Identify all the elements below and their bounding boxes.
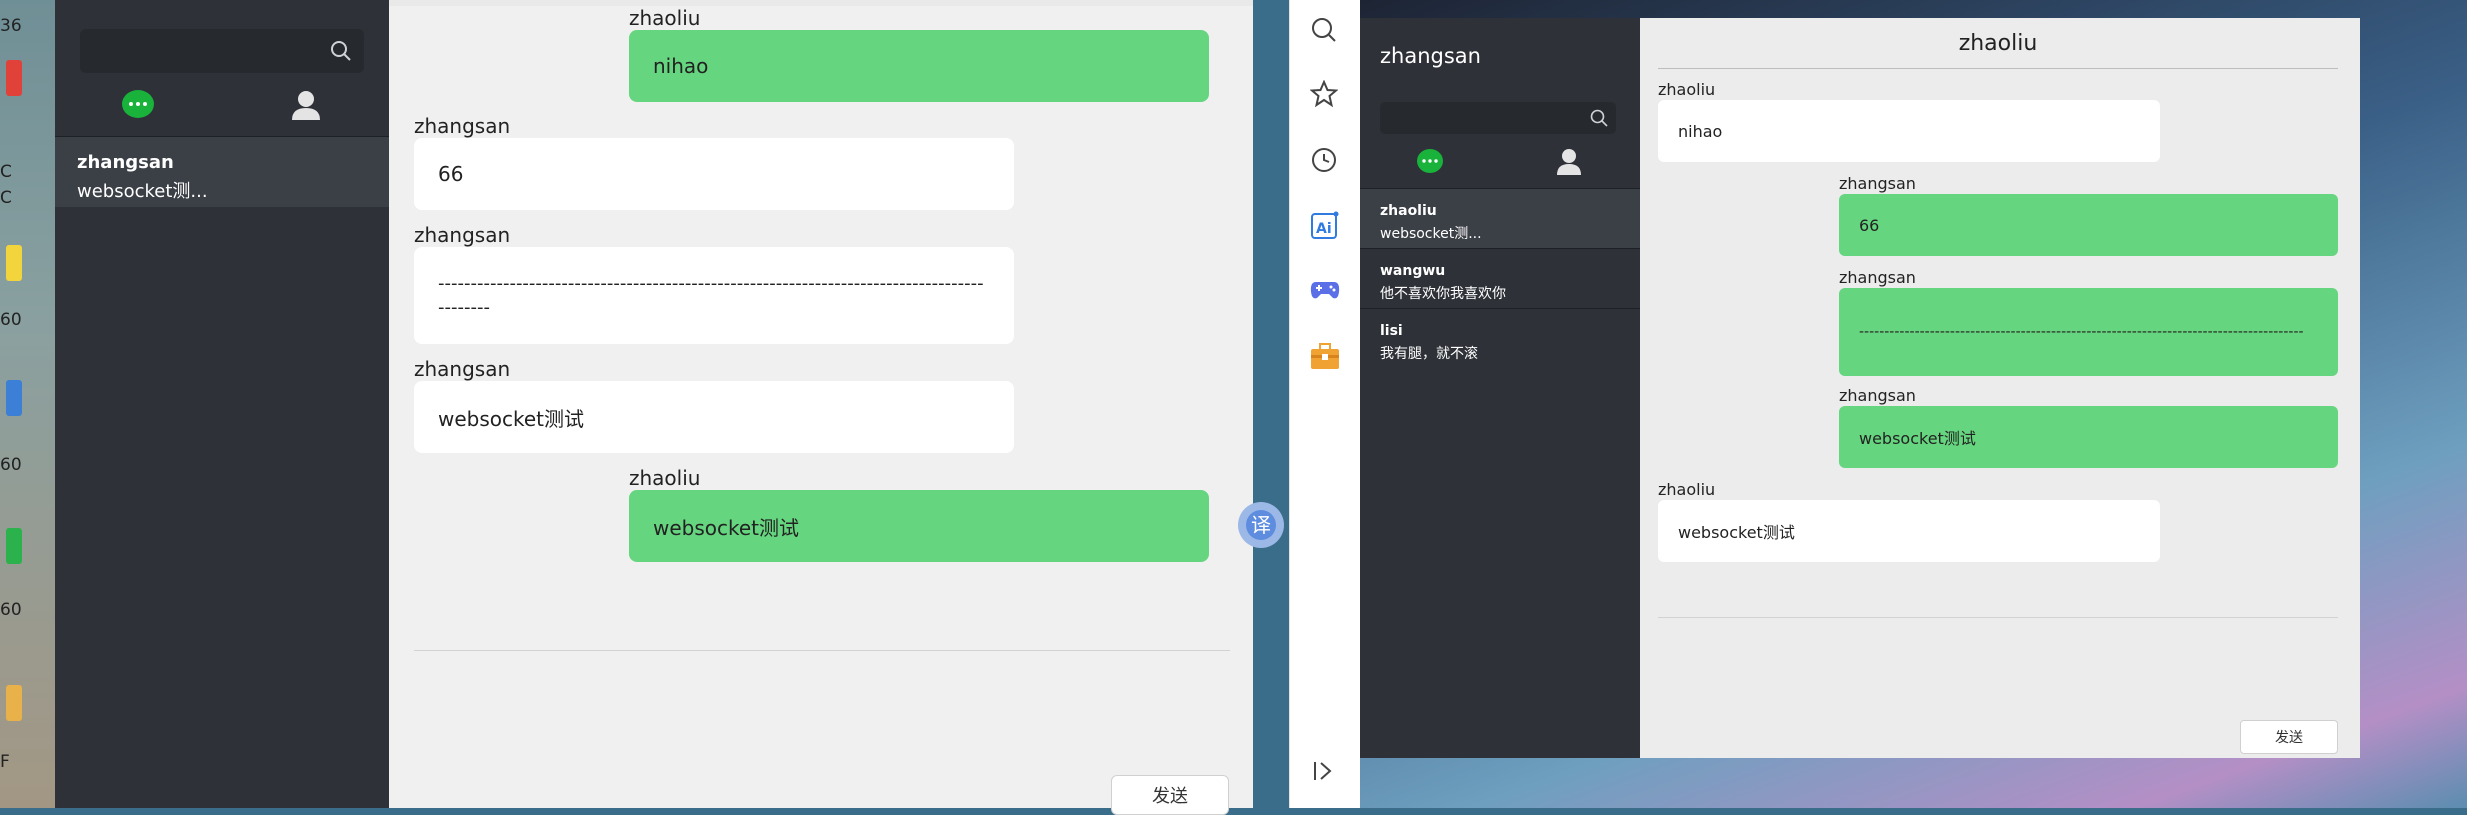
- chat-window-left: zhangsan websocket测... zhaoliu nihao zha…: [55, 0, 1253, 815]
- desktop-app-icon[interactable]: [6, 528, 22, 564]
- message-sender: zhaoliu: [1658, 480, 1716, 499]
- current-user-name: zhangsan: [1380, 44, 1481, 68]
- desktop-background: 36 C C 60 60 60 F: [0, 0, 55, 808]
- message-item: zhaoliu nihao: [629, 6, 1209, 102]
- ai-icon[interactable]: Ai: [1310, 210, 1340, 244]
- search-box[interactable]: [1380, 102, 1616, 134]
- input-divider: [414, 650, 1230, 651]
- desktop-label: F: [0, 752, 10, 772]
- desktop-label: 36: [0, 16, 22, 36]
- collapse-icon[interactable]: [1310, 758, 1336, 788]
- search-icon[interactable]: [1310, 16, 1338, 48]
- message-sender: zhangsan: [1839, 268, 1916, 287]
- contacts-tab-icon[interactable]: [291, 89, 321, 125]
- send-button[interactable]: 发送: [1111, 775, 1229, 815]
- browser-sidebar: Ai: [1289, 0, 1361, 808]
- history-icon[interactable]: [1310, 146, 1338, 178]
- desktop-label: C: [0, 162, 12, 182]
- contact-preview: 他不喜欢你我喜欢你: [1380, 286, 1506, 302]
- message-sender: zhaoliu: [629, 6, 701, 30]
- message-item: zhangsan websocket测试: [1839, 386, 2338, 468]
- message-sender: zhangsan: [1839, 174, 1916, 193]
- contact-name: zhaoliu: [1380, 203, 1437, 219]
- desktop-label: C: [0, 188, 12, 208]
- message-sender: zhaoliu: [629, 466, 701, 490]
- message-item: zhangsan websocket测试: [414, 357, 1014, 453]
- message-sender: zhangsan: [414, 114, 511, 138]
- sidebar: zhangsan zhaoliu websocket测... wangwu 他不…: [1360, 18, 1640, 758]
- desktop-app-icon[interactable]: [6, 380, 22, 416]
- send-button[interactable]: 发送: [2240, 720, 2338, 754]
- input-divider: [1658, 617, 2338, 618]
- contact-name: zhangsan: [77, 152, 174, 173]
- toolbox-icon[interactable]: [1310, 342, 1340, 374]
- message-item: zhangsan -------------------------------…: [1839, 268, 2338, 376]
- contact-name: lisi: [1380, 323, 1403, 339]
- message-item: zhangsan 66: [414, 114, 1014, 210]
- desktop-app-icon[interactable]: [6, 685, 22, 721]
- search-icon[interactable]: [330, 40, 352, 66]
- message-item: zhangsan -------------------------------…: [414, 223, 1014, 344]
- sidebar: zhangsan websocket测...: [55, 0, 389, 808]
- message-bubble: nihao: [1658, 100, 2160, 162]
- message-bubble: ----------------------------------------…: [414, 247, 1014, 344]
- desktop-label: 60: [0, 600, 22, 620]
- chat-title: zhaoliu: [1658, 18, 2338, 69]
- contact-item-wangwu[interactable]: wangwu 他不喜欢你我喜欢你: [1360, 249, 1640, 308]
- message-bubble: nihao: [629, 30, 1209, 102]
- message-sender: zhaoliu: [1658, 80, 1716, 99]
- message-item: zhaoliu nihao: [1658, 80, 2160, 162]
- message-bubble: websocket测试: [1658, 500, 2160, 562]
- message-bubble: 66: [1839, 194, 2338, 256]
- contacts-tab-icon[interactable]: [1556, 148, 1582, 180]
- message-bubble: websocket测试: [414, 381, 1014, 453]
- message-input[interactable]: [1658, 622, 2338, 716]
- message-sender: zhangsan: [1839, 386, 1916, 405]
- chat-tab-icon[interactable]: [1416, 148, 1444, 178]
- game-icon[interactable]: [1310, 278, 1340, 306]
- star-icon[interactable]: [1309, 79, 1339, 112]
- message-sender: zhangsan: [414, 357, 511, 381]
- desktop-label: 60: [0, 310, 22, 330]
- chat-tab-icon[interactable]: [121, 89, 155, 125]
- desktop-label: 60: [0, 455, 22, 475]
- message-item: zhaoliu websocket测试: [629, 466, 1209, 562]
- contact-preview: websocket测...: [77, 181, 208, 202]
- contact-item-lisi[interactable]: lisi 我有腿，就不滚: [1360, 309, 1640, 368]
- translate-icon: 译: [1246, 510, 1276, 540]
- message-bubble: 66: [414, 138, 1014, 210]
- desktop-app-icon[interactable]: [6, 245, 22, 281]
- message-bubble: websocket测试: [1839, 406, 2338, 468]
- contact-item-zhaoliu[interactable]: zhaoliu websocket测...: [1360, 189, 1640, 248]
- desktop-app-icon[interactable]: [6, 60, 22, 96]
- chat-window-right: zhangsan zhaoliu websocket测... wangwu 他不…: [1360, 18, 2360, 758]
- translate-button[interactable]: 译: [1238, 502, 1284, 548]
- search-icon[interactable]: [1590, 109, 1608, 131]
- message-item: zhangsan 66: [1839, 174, 2338, 256]
- message-bubble: ----------------------------------------…: [1839, 288, 2338, 376]
- message-sender: zhangsan: [414, 223, 511, 247]
- message-input[interactable]: [414, 655, 1230, 765]
- svg-text:Ai: Ai: [1316, 221, 1332, 237]
- message-bubble: websocket测试: [629, 490, 1209, 562]
- search-box[interactable]: [80, 29, 364, 73]
- message-item: zhaoliu websocket测试: [1658, 480, 2160, 562]
- contact-name: wangwu: [1380, 263, 1446, 279]
- contact-item-zhangsan[interactable]: zhangsan websocket测...: [55, 137, 389, 207]
- contact-preview: 我有腿，就不滚: [1380, 346, 1478, 362]
- contact-preview: websocket测...: [1380, 226, 1482, 242]
